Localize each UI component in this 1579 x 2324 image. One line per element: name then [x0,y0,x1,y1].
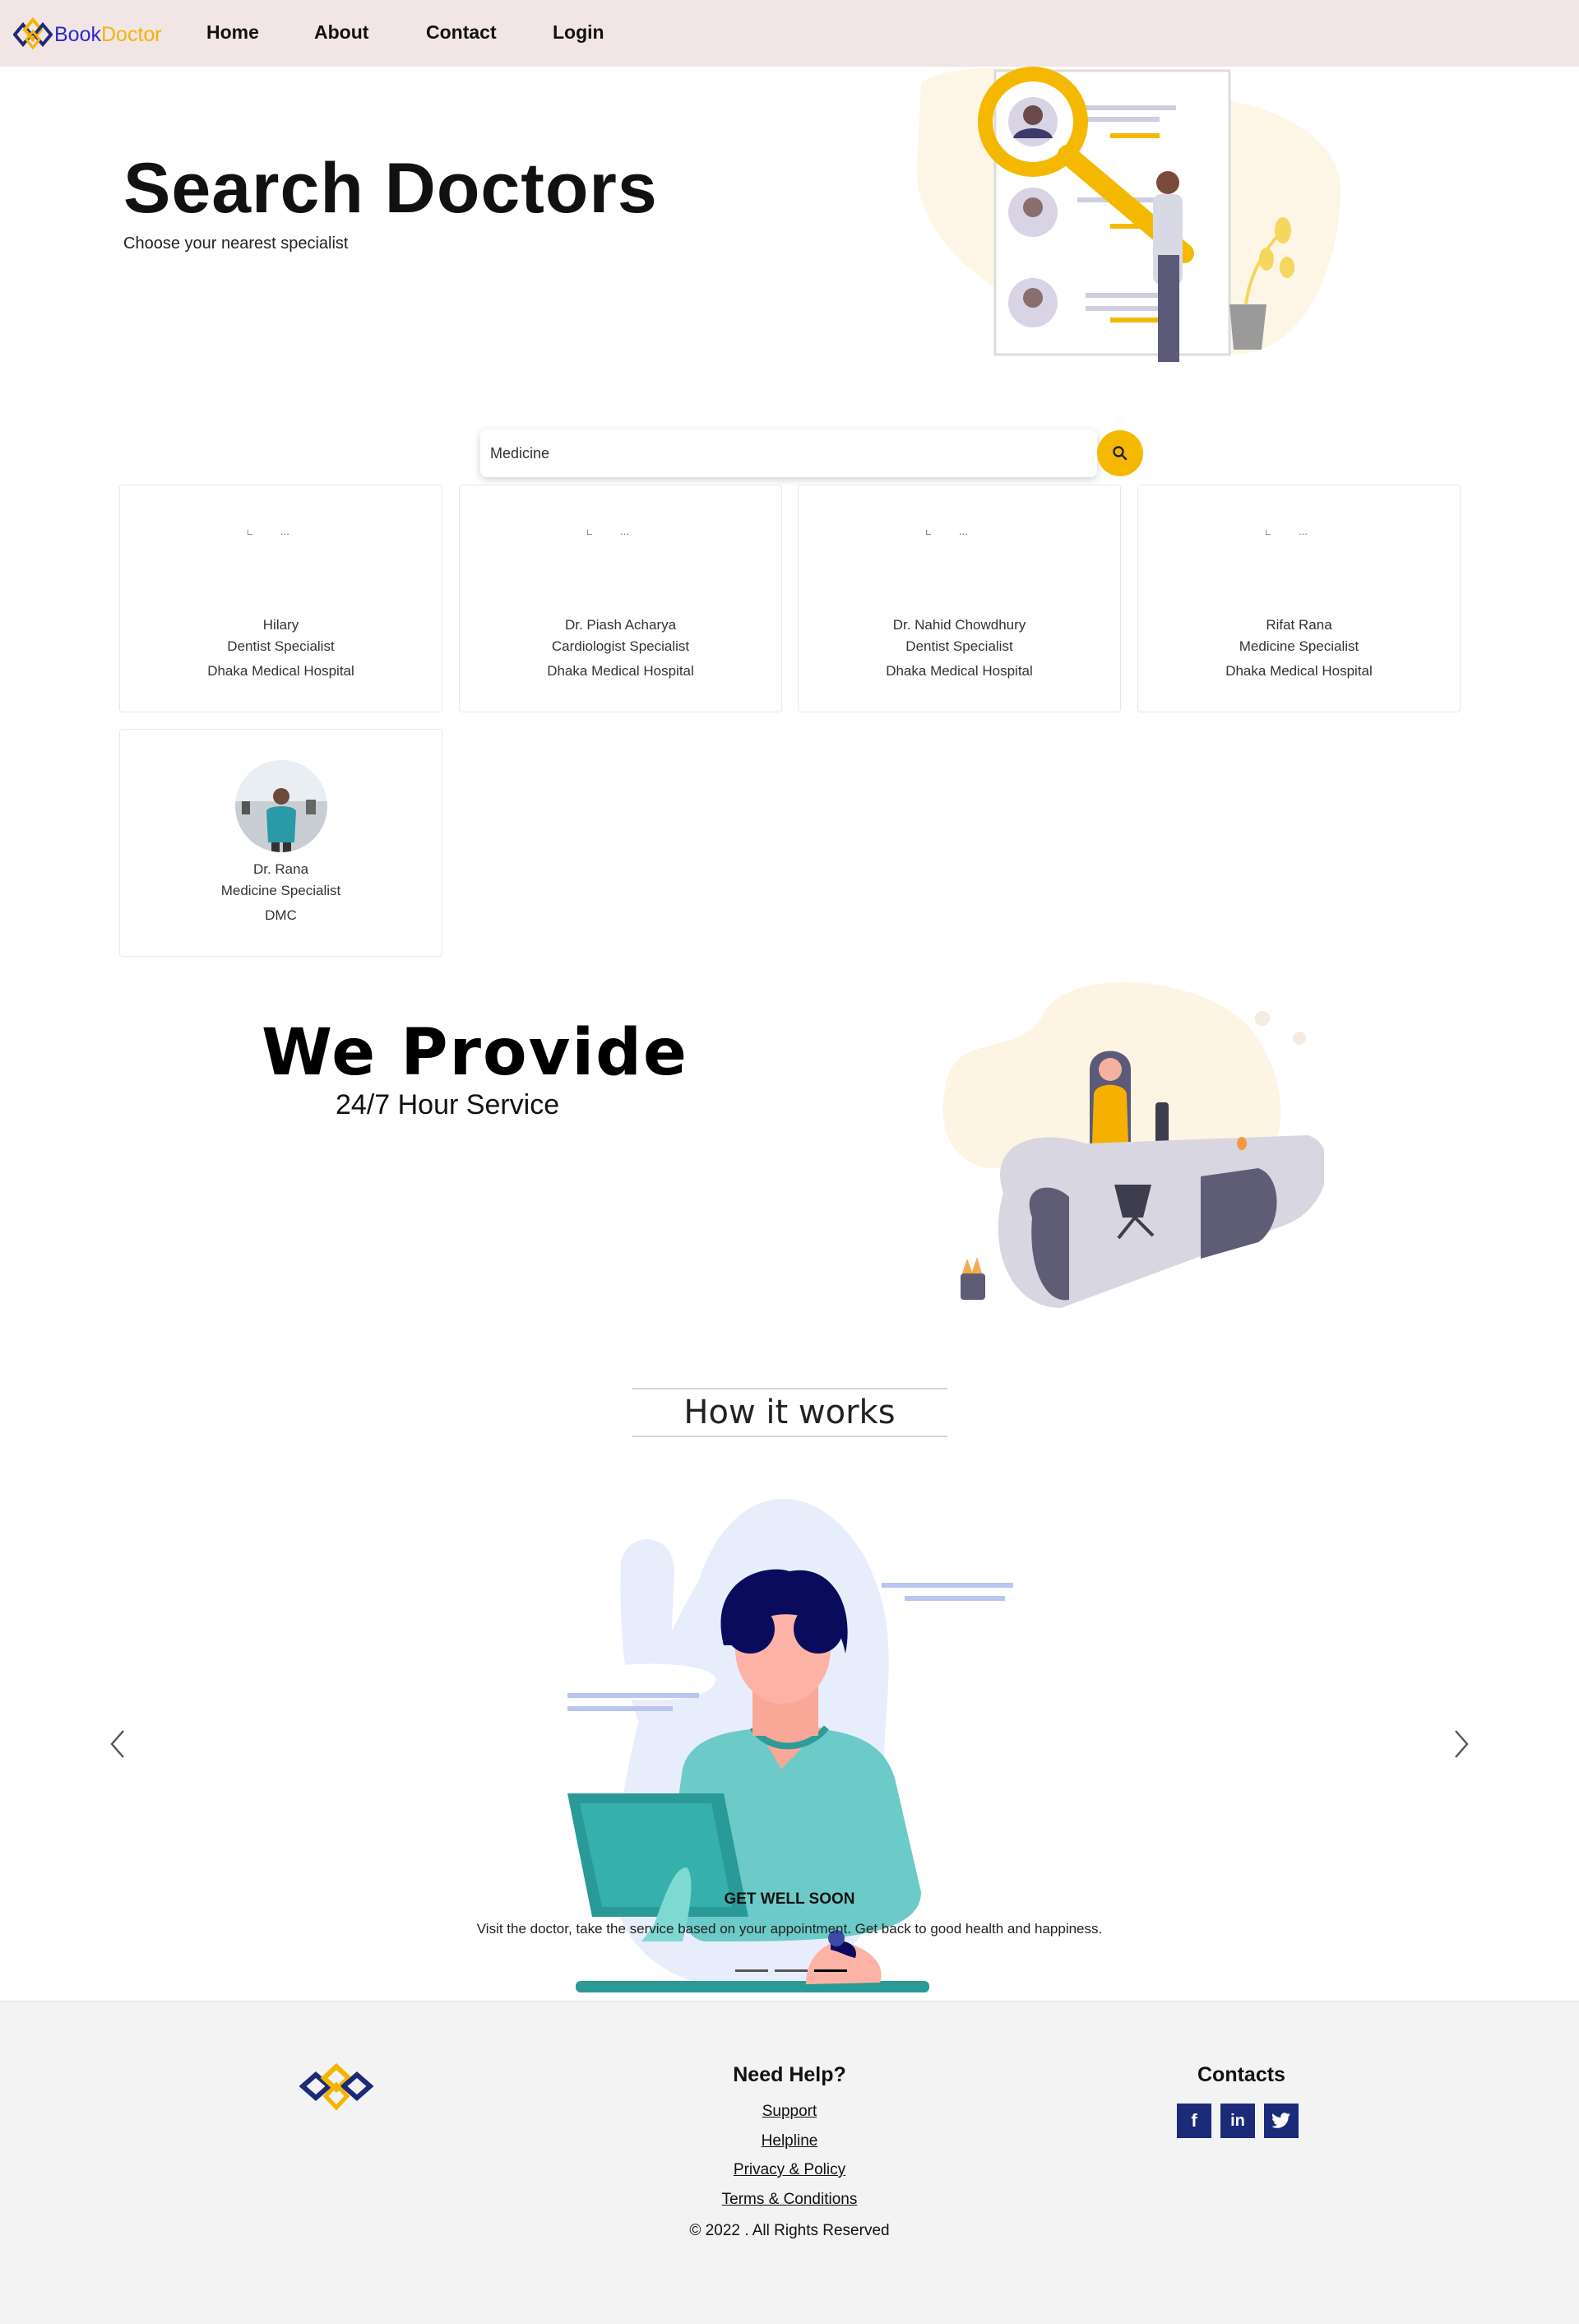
doctor-photo-alt-text: ... [1299,525,1308,537]
search-button[interactable] [1097,430,1143,476]
brand-diamond-icon [13,16,53,50]
nav-contact-link[interactable]: Contact [426,21,497,44]
doctor-name: Hilary [262,617,299,633]
doctor-name: Dr. Nahid Chowdhury [892,617,1026,633]
doctor-hospital: Dhaka Medical Hospital [207,663,354,679]
search-input[interactable] [490,441,1066,466]
twitter-link[interactable] [1264,2104,1299,2138]
brand-logo[interactable]: BookDoctor [13,16,162,53]
carousel-indicator[interactable] [775,1969,808,1972]
chevron-left-icon [110,1730,124,1758]
doctor-photo-alt-text: ... [620,525,629,537]
how-it-works-title: How it works [683,1394,896,1431]
page: BookDoctor Home About Contact Login Sear… [0,0,1579,2324]
footer-copyright: © 2022 . All Rights Reserved [689,2222,890,2239]
doctor-specialty: Medicine Specialist [220,883,341,898]
linkedin-link[interactable]: in [1220,2104,1255,2138]
doctor-photo-broken: ... [926,525,968,537]
navbar: BookDoctor Home About Contact Login [0,0,1579,67]
carousel-caption-text: Visit the doctor, take the service based… [476,1921,1103,1937]
facebook-icon: f [1191,2110,1197,2131]
linkedin-icon: in [1230,2111,1245,2130]
doctor-specialty: Cardiologist Specialist [551,638,690,654]
doctor-photo-broken: ... [1266,525,1308,537]
footer-contacts-title: Contacts [1197,2063,1285,2086]
doctor-hospital: Dhaka Medical Hospital [886,663,1033,679]
doctor-specialty: Dentist Specialist [227,638,335,654]
nav-about-link[interactable]: About [314,21,368,44]
chevron-right-icon [1455,1730,1469,1758]
hero-title: Search Doctors [123,149,658,228]
provide-subtitle: 24/7 Hour Service [336,1089,560,1120]
doctor-avatar [235,760,327,852]
carousel-next-button[interactable] [1447,1728,1472,1760]
doctor-card[interactable]: ... Dr. Piash Acharya Cardiologist Speci… [459,485,782,712]
carousel-prev-button[interactable] [107,1728,132,1760]
footer-help-title: Need Help? [733,2063,846,2086]
facebook-link[interactable]: f [1177,2104,1211,2138]
brand-name-part2: Doctor [100,22,162,46]
provide-title: We Provide [262,1016,688,1090]
brand-name-part1: Book [54,22,101,46]
reception-desk-illustration [942,981,1324,1308]
doctor-name: Rifat Rana [1266,617,1332,633]
how-it-works-heading: How it works [632,1388,947,1437]
doctor-specialty: Dentist Specialist [905,638,1013,654]
footer-support-link[interactable]: Support [0,2103,1579,2121]
doctor-name: Dr. Rana [252,861,309,877]
carousel-indicator[interactable] [735,1969,768,1972]
doctor-card[interactable]: ... Hilary Dentist Specialist Dhaka Medi… [119,485,442,712]
doctor-card[interactable]: ... Dr. Nahid Chowdhury Dentist Speciali… [798,485,1121,712]
doctor-card[interactable]: ... Rifat Rana Medicine Specialist Dhaka… [1137,485,1461,712]
nav-login-link[interactable]: Login [553,21,604,44]
hero-subtitle: Choose your nearest specialist [123,234,349,253]
doctor-photo-alt-text: ... [959,525,968,537]
search-doctors-illustration [916,67,1341,362]
doctor-name: Dr. Piash Acharya [564,617,677,633]
footer-privacy-link[interactable]: Privacy & Policy [0,2161,1579,2179]
search-box [480,429,1097,477]
doctor-hospital: Dhaka Medical Hospital [547,663,694,679]
search-icon [1113,446,1128,461]
nav-home-link[interactable]: Home [206,21,259,44]
doctor-hospital: Dhaka Medical Hospital [1225,663,1373,679]
brand-name: BookDoctor [54,23,162,47]
doctor-card[interactable]: Dr. Rana Medicine Specialist DMC [119,729,442,957]
carousel-caption-title: GET WELL SOON [724,1890,855,1908]
footer-terms-link[interactable]: Terms & Conditions [0,2191,1579,2209]
doctor-specialty: Medicine Specialist [1239,638,1359,654]
doctor-photo-broken: ... [587,525,629,537]
footer-helpline-link[interactable]: Helpline [0,2132,1579,2150]
doctor-photo-alt-text: ... [280,525,289,537]
carousel-indicators [735,1969,847,1972]
doctor-hospital: DMC [265,907,297,923]
doctor-photo-broken: ... [248,525,289,537]
twitter-icon [1271,2113,1290,2128]
carousel-indicator-active[interactable] [814,1969,847,1972]
